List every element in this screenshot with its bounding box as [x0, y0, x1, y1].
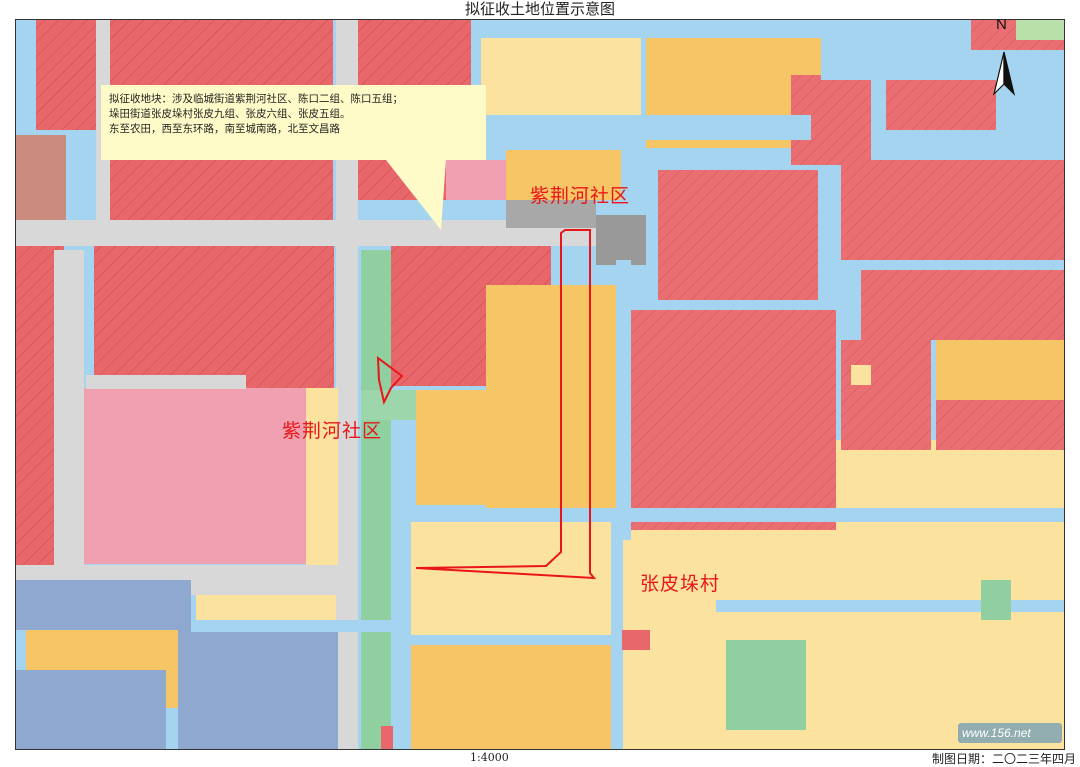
- commercial-block: [71, 388, 311, 564]
- north-arrow-label: N: [996, 16, 1007, 33]
- north-arrow: N: [990, 16, 1018, 96]
- residential-block: [94, 240, 334, 390]
- place-label-zijinghe-west: 紫荆河社区: [282, 420, 383, 442]
- farmland: [481, 38, 641, 128]
- public-facility: [16, 580, 191, 630]
- acquisition-note: 拟征收地块：涉及临城街道紫荆河社区、陈口二组、陈口五组； 垛田街道张皮垛村张皮九…: [100, 84, 484, 158]
- green-space: [1016, 20, 1064, 40]
- map-scale: 1:4000: [470, 751, 509, 764]
- note-line: 东至农田，西至东环路，南至城南路，北至文昌路: [109, 123, 340, 135]
- place-label-zijinghe-north: 紫荆河社区: [530, 185, 631, 207]
- road: [86, 375, 246, 389]
- map-date: 制图日期：二〇二三年四月: [932, 752, 1077, 766]
- canal: [611, 525, 623, 749]
- farmland: [306, 388, 338, 565]
- residential-block: [841, 160, 1064, 260]
- residential-block: [658, 170, 818, 300]
- canal: [411, 508, 1064, 522]
- canal: [481, 115, 811, 140]
- note-line: 垛田街道张皮垛村张皮九组、张皮六组、张皮五组。: [109, 108, 351, 120]
- special-site: [851, 365, 871, 385]
- farmland: [411, 645, 616, 749]
- commercial-block: [446, 160, 506, 200]
- green-space: [361, 250, 391, 749]
- residential-block: [36, 20, 98, 130]
- residential-block: [841, 340, 931, 450]
- farmland: [796, 440, 1064, 749]
- canal: [616, 260, 631, 540]
- residential-block: [936, 400, 1064, 450]
- industrial-block: [596, 215, 646, 265]
- special-site: [622, 630, 650, 650]
- special-site: [381, 726, 393, 749]
- watermark: www.156.net: [958, 723, 1062, 743]
- brown-block: [16, 135, 66, 220]
- canal: [191, 620, 411, 632]
- map-title: 拟征收土地位置示意图: [464, 0, 615, 18]
- canal: [716, 600, 1064, 612]
- residential-block: [626, 310, 836, 530]
- note-line: 拟征收地块：涉及临城街道紫荆河社区、陈口二组、陈口五组；: [109, 93, 403, 105]
- green-space: [981, 580, 1011, 620]
- farmland: [486, 285, 626, 510]
- canal: [821, 50, 1064, 80]
- road: [54, 250, 84, 570]
- residential-block: [861, 270, 1064, 340]
- green-space: [726, 640, 806, 730]
- public-facility: [178, 630, 338, 749]
- public-facility: [16, 670, 166, 749]
- farmland: [416, 390, 486, 505]
- place-label-zhangpiduo: 张皮垛村: [640, 573, 721, 595]
- farmland: [411, 515, 611, 635]
